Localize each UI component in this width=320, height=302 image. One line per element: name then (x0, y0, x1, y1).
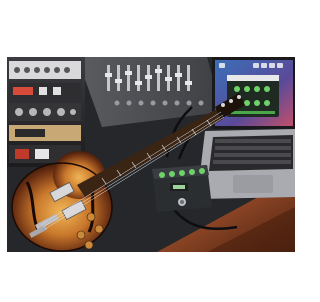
scene-illustration (7, 57, 295, 252)
guitar-pedal (152, 165, 212, 212)
rack-equipment (7, 57, 85, 167)
product-photo (7, 57, 295, 252)
image-frame (0, 0, 302, 302)
